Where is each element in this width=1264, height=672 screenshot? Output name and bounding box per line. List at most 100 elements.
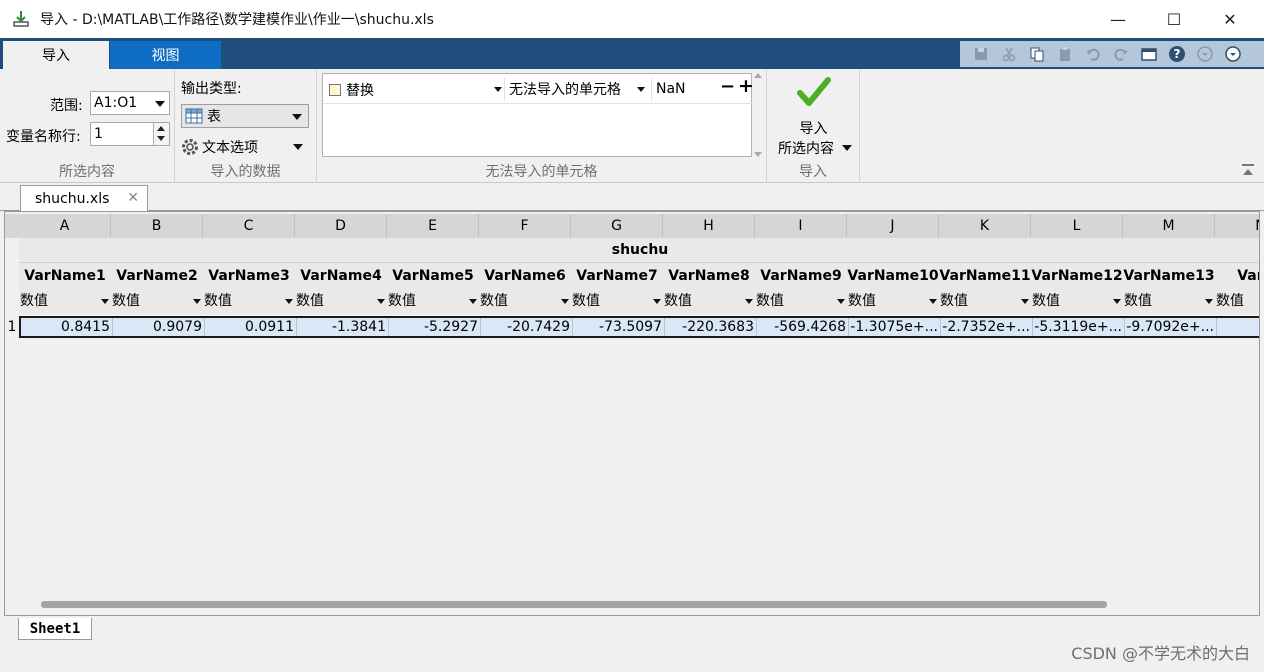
- variable-type-dropdown[interactable]: 数值: [19, 289, 111, 314]
- variable-type-dropdown[interactable]: 数值: [663, 289, 755, 314]
- table-cell[interactable]: 0.0911: [205, 318, 297, 336]
- range-input[interactable]: A1:O1: [90, 91, 170, 115]
- rule-target-dropdown[interactable]: 无法导入的单元格: [504, 78, 649, 100]
- table-cell[interactable]: -5.3119e+...: [1033, 318, 1125, 336]
- import-selection-button[interactable]: 导入 所选内容: [771, 73, 856, 157]
- table-cell[interactable]: -9.7092e+...: [1125, 318, 1217, 336]
- variable-type-value: 数值: [112, 293, 140, 309]
- variable-type-dropdown[interactable]: 数值: [203, 289, 295, 314]
- column-header[interactable]: N: [1215, 214, 1259, 238]
- copy-icon[interactable]: [1026, 43, 1048, 65]
- ribbon-collapse-icon[interactable]: [1222, 43, 1244, 65]
- variable-name[interactable]: VarName8: [663, 263, 755, 289]
- tab-view[interactable]: 视图: [110, 41, 221, 69]
- table-cell[interactable]: -1.687: [1217, 318, 1259, 336]
- column-header[interactable]: K: [939, 214, 1031, 238]
- rule-action-dropdown[interactable]: 替换: [329, 80, 502, 100]
- variable-type-dropdown[interactable]: 数值: [571, 289, 663, 314]
- stepper-buttons[interactable]: [153, 123, 169, 145]
- column-header[interactable]: L: [1031, 214, 1123, 238]
- table-cell[interactable]: 0.8415: [21, 318, 113, 336]
- rule-replace-input[interactable]: NaN: [651, 78, 713, 100]
- column-header[interactable]: I: [755, 214, 847, 238]
- table-icon: [185, 108, 203, 124]
- add-rule-button[interactable]: +: [738, 75, 754, 97]
- stepper-down-icon[interactable]: [157, 136, 165, 141]
- table-cell[interactable]: -569.4268: [757, 318, 849, 336]
- column-header[interactable]: A: [19, 214, 111, 238]
- chevron-down-icon: [842, 145, 852, 151]
- close-tab-icon[interactable]: ✕: [127, 190, 139, 206]
- scroll-down-icon[interactable]: [754, 152, 762, 157]
- table-cell[interactable]: -1.3841: [297, 318, 389, 336]
- table-cell[interactable]: -73.5097: [573, 318, 665, 336]
- chevron-down-icon: [377, 299, 385, 304]
- variable-name[interactable]: VarName12: [1031, 263, 1123, 289]
- collapse-ribbon-icon[interactable]: [1241, 163, 1255, 181]
- variable-type-dropdown[interactable]: 数值: [847, 289, 939, 314]
- variable-type-dropdown[interactable]: 数值: [1123, 289, 1215, 314]
- table-cell[interactable]: -2.7352e+...: [941, 318, 1033, 336]
- undo-icon[interactable]: [1082, 43, 1104, 65]
- variable-name[interactable]: VarName2: [111, 263, 203, 289]
- tab-import[interactable]: 导入: [3, 41, 109, 69]
- variable-name[interactable]: VarName3: [203, 263, 295, 289]
- variable-name[interactable]: VarName1: [19, 263, 111, 289]
- variable-name[interactable]: VarName4: [295, 263, 387, 289]
- help-icon[interactable]: ?: [1166, 43, 1188, 65]
- column-header[interactable]: B: [111, 214, 203, 238]
- sheet-tab-sheet1[interactable]: Sheet1: [18, 618, 92, 640]
- column-header[interactable]: E: [387, 214, 479, 238]
- output-type-dropdown[interactable]: 表: [181, 104, 309, 128]
- variable-type-dropdown[interactable]: 数值: [111, 289, 203, 314]
- variable-name[interactable]: VarName6: [479, 263, 571, 289]
- variable-type-dropdown[interactable]: 数值: [939, 289, 1031, 314]
- column-header[interactable]: M: [1123, 214, 1215, 238]
- column-header[interactable]: G: [571, 214, 663, 238]
- variable-type-dropdown[interactable]: 数值: [387, 289, 479, 314]
- column-header[interactable]: D: [295, 214, 387, 238]
- variable-name[interactable]: VarName9: [755, 263, 847, 289]
- sheet-tab-row: Sheet1 CSDN @不学无术的大白: [0, 616, 1264, 672]
- options-dropdown-icon[interactable]: [1194, 43, 1216, 65]
- minimize-button[interactable]: —: [1090, 0, 1146, 38]
- column-header[interactable]: H: [663, 214, 755, 238]
- paste-icon[interactable]: [1054, 43, 1076, 65]
- rules-list: 替换 无法导入的单元格 NaN − +: [322, 73, 754, 157]
- variable-type-dropdown[interactable]: 数值: [295, 289, 387, 314]
- scroll-up-icon[interactable]: [754, 73, 762, 78]
- maximize-button[interactable]: ☐: [1146, 0, 1202, 38]
- close-button[interactable]: ✕: [1202, 0, 1258, 38]
- column-header[interactable]: J: [847, 214, 939, 238]
- variable-type-dropdown[interactable]: 数值: [755, 289, 847, 314]
- table-cell[interactable]: 0.9079: [113, 318, 205, 336]
- variable-name[interactable]: VarName13: [1123, 263, 1215, 289]
- rules-list-scrollbar[interactable]: [753, 73, 763, 157]
- variable-type-dropdown[interactable]: 数值: [1031, 289, 1123, 314]
- column-header[interactable]: F: [479, 214, 571, 238]
- variable-name[interactable]: VarNa: [1215, 263, 1259, 289]
- variable-type-dropdown[interactable]: 数值: [479, 289, 571, 314]
- table-row[interactable]: 0.8415 0.9079 0.0911 -1.3841 -5.2927 -20.7429…: [19, 316, 1259, 338]
- variable-name[interactable]: VarName11: [939, 263, 1031, 289]
- document-tab-shuchu[interactable]: shuchu.xls ✕: [20, 185, 148, 211]
- column-header[interactable]: C: [203, 214, 295, 238]
- table-cell[interactable]: -20.7429: [481, 318, 573, 336]
- text-options-button[interactable]: 文本选项: [181, 135, 309, 159]
- save-icon[interactable]: [970, 43, 992, 65]
- stepper-up-icon[interactable]: [157, 126, 165, 131]
- variable-name[interactable]: VarName5: [387, 263, 479, 289]
- horizontal-scrollbar[interactable]: [41, 601, 1107, 608]
- table-cell[interactable]: -5.2927: [389, 318, 481, 336]
- gear-icon: [181, 138, 199, 156]
- table-cell[interactable]: -1.3075e+...: [849, 318, 941, 336]
- window-layout-icon[interactable]: [1138, 43, 1160, 65]
- variable-name[interactable]: VarName10: [847, 263, 939, 289]
- table-cell[interactable]: -220.3683: [665, 318, 757, 336]
- redo-icon[interactable]: [1110, 43, 1132, 65]
- variable-name[interactable]: VarName7: [571, 263, 663, 289]
- varname-row-stepper[interactable]: 1: [90, 122, 170, 146]
- remove-rule-button[interactable]: −: [720, 76, 735, 97]
- cut-icon[interactable]: [998, 43, 1020, 65]
- variable-type-dropdown[interactable]: 数值: [1215, 289, 1259, 314]
